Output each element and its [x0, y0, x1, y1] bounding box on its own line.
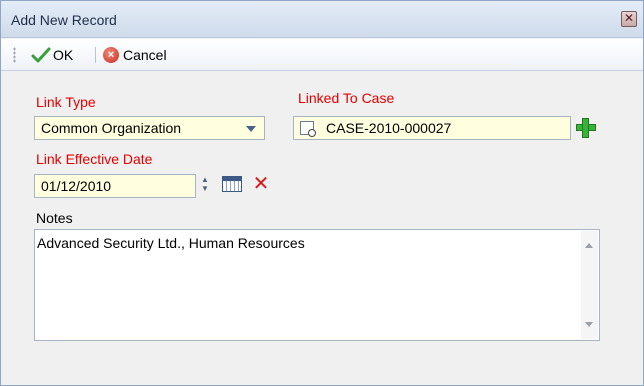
form-panel: Link Type Common Organization Linked To … — [1, 72, 643, 385]
cancel-button-label: Cancel — [123, 47, 167, 63]
link-type-select[interactable]: Common Organization — [34, 116, 265, 140]
title-bar: Add New Record ✕ — [1, 1, 643, 38]
notes-value: Advanced Security Ltd., Human Resources — [37, 235, 305, 251]
link-effective-date-field[interactable]: 01/12/2010 — [34, 174, 196, 198]
linked-to-case-field[interactable]: CASE-2010-000027 — [293, 116, 571, 140]
link-effective-date-label: Link Effective Date — [36, 151, 153, 167]
toolbar: OK × Cancel — [1, 39, 643, 71]
link-type-label: Link Type — [36, 94, 96, 110]
date-spinner[interactable]: ▲ ▼ — [200, 175, 210, 197]
chevron-down-icon[interactable] — [246, 126, 256, 132]
close-button[interactable]: ✕ — [621, 11, 637, 27]
check-icon — [31, 47, 51, 63]
notes-textarea[interactable]: Advanced Security Ltd., Human Resources — [34, 229, 600, 341]
linked-to-case-label: Linked To Case — [298, 90, 395, 106]
case-lookup-icon[interactable] — [300, 121, 316, 137]
cancel-icon: × — [103, 47, 119, 63]
notes-label: Notes — [36, 210, 73, 226]
scroll-down-icon[interactable] — [585, 322, 593, 327]
dialog-title: Add New Record — [11, 12, 117, 28]
ok-button-label: OK — [53, 47, 74, 63]
link-effective-date-value: 01/12/2010 — [41, 178, 112, 194]
toolbar-grip[interactable] — [13, 47, 16, 63]
clear-icon[interactable]: ✕ — [251, 173, 271, 195]
add-record-dialog: Add New Record ✕ OK × Cancel Link Type C… — [0, 0, 644, 386]
notes-scrollbar[interactable] — [581, 231, 598, 339]
linked-to-case-value: CASE-2010-000027 — [326, 120, 452, 136]
link-type-value: Common Organization — [41, 120, 182, 136]
add-case-button[interactable] — [573, 116, 599, 140]
toolbar-separator — [95, 47, 96, 63]
calendar-icon[interactable] — [222, 176, 242, 192]
cancel-button[interactable]: × Cancel — [103, 45, 167, 65]
ok-button[interactable]: OK — [31, 45, 73, 65]
scroll-up-icon[interactable] — [585, 243, 593, 248]
